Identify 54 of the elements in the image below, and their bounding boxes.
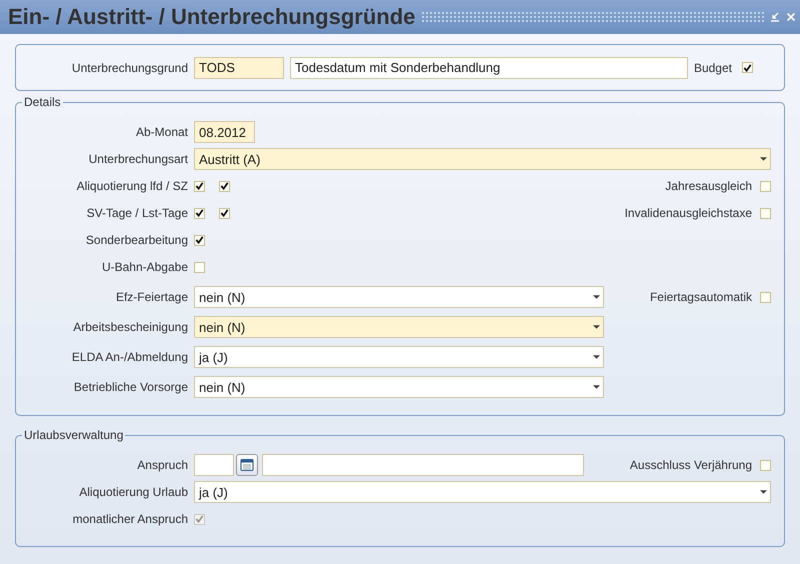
checkbox[interactable] [194, 208, 205, 218]
calendar-button[interactable] [236, 454, 258, 476]
field-label: Unterbrechungsgrund [70, 60, 188, 74]
checkbox[interactable] [760, 180, 771, 192]
dropdown[interactable]: Austritt (A) [194, 148, 771, 170]
dropdown[interactable]: nein (N) [194, 286, 604, 308]
field-label: Arbeitsbescheinigung [72, 320, 188, 334]
group-title: Details [22, 95, 63, 109]
checkbox[interactable] [760, 460, 771, 470]
input-field[interactable] [194, 454, 234, 476]
field-label: ELDA An-/Abmeldung [70, 350, 188, 364]
checkbox[interactable] [219, 180, 230, 192]
input-field[interactable] [262, 454, 584, 476]
caret-icon [593, 295, 600, 299]
field-label: Ausschluss Verjährung [630, 458, 752, 472]
field-label: Sonderbearbeitung [84, 233, 188, 247]
checkbox[interactable] [742, 62, 753, 73]
window-title: Ein- / Austritt- / Unterbrechungsgründe [8, 4, 416, 30]
caret-icon [593, 325, 600, 329]
input-field[interactable]: TODS [194, 56, 284, 78]
field-label: Budget [694, 60, 732, 74]
close-icon[interactable] [786, 12, 796, 22]
checkbox[interactable] [194, 262, 205, 272]
minimize-icon[interactable] [770, 12, 780, 22]
field-label: Jahresausgleich [665, 179, 752, 193]
caret-icon [760, 157, 767, 161]
checkbox[interactable] [219, 208, 230, 218]
checkbox[interactable] [760, 208, 771, 218]
field-label: monatlicher Anspruch [72, 512, 188, 526]
field-label: SV-Tage / Lst-Tage [86, 206, 188, 220]
dropdown[interactable]: nein (N) [194, 316, 604, 338]
caret-icon [760, 490, 767, 494]
field-label: Betriebliche Vorsorge [72, 380, 188, 394]
input-field[interactable]: Todesdatum mit Sonderbehandlung [290, 56, 688, 78]
field-label: Unterbrechungsart [88, 152, 188, 166]
group-title: Urlaubsverwaltung [22, 428, 126, 442]
input-field[interactable]: 08.2012 [194, 121, 255, 143]
dropdown[interactable]: nein (N) [194, 376, 604, 398]
field-label: Anspruch [136, 458, 188, 472]
checkbox[interactable] [194, 180, 205, 192]
checkbox[interactable] [194, 234, 205, 246]
caret-icon [593, 385, 600, 389]
field-label: Ab-Monat [134, 125, 188, 139]
field-label: Aliquotierung Urlaub [78, 485, 188, 499]
field-label: Aliquotierung lfd / SZ [76, 179, 188, 193]
field-label: U-Bahn-Abgabe [100, 260, 188, 274]
checkbox[interactable] [760, 292, 771, 302]
field-label: Invalidenausgleichstaxe [624, 206, 752, 220]
field-label: Efz-Feiertage [114, 290, 188, 304]
dropdown[interactable]: ja (J) [194, 346, 604, 368]
dropdown[interactable]: ja (J) [194, 481, 771, 503]
field-label: Feiertagsautomatik [650, 290, 752, 304]
caret-icon [593, 355, 600, 359]
calendar-icon [240, 458, 254, 472]
